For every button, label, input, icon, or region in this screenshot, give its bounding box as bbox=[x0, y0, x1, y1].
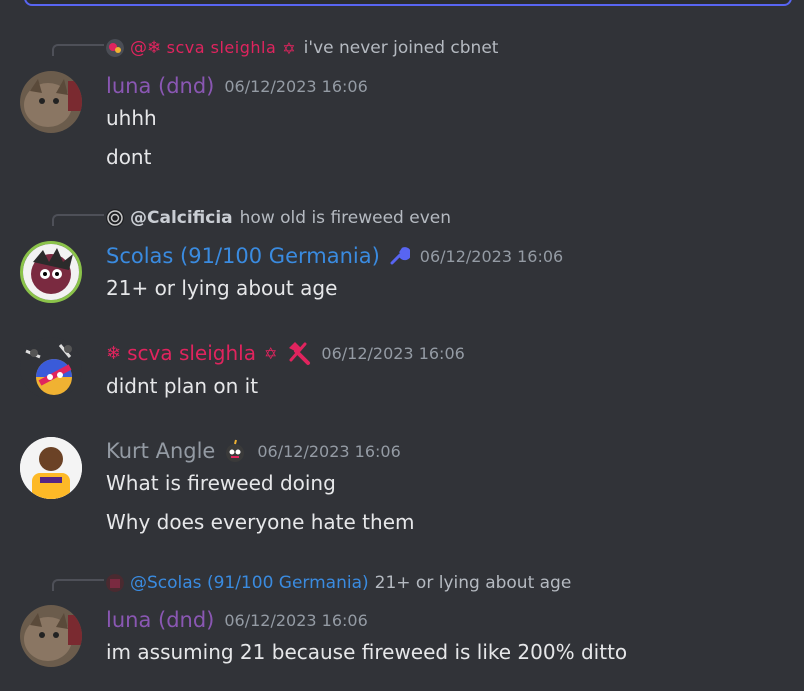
message-input-bar-edge bbox=[24, 0, 792, 6]
player-avatar-icon bbox=[20, 437, 82, 499]
timestamp[interactable]: 06/12/2023 16:06 bbox=[321, 344, 464, 363]
username[interactable]: Scolas (91/100 Germania) bbox=[106, 244, 380, 268]
countryball-avatar-icon bbox=[23, 244, 79, 300]
wrench-icon bbox=[388, 245, 410, 267]
pentagram-icon: ✡ bbox=[282, 38, 296, 58]
reply-author-name: scva sleighla bbox=[166, 38, 277, 57]
bomb-emoji-icon bbox=[223, 439, 247, 463]
reply-preview[interactable]: @❄ scva sleighla ✡ i've never joined cbn… bbox=[106, 38, 498, 58]
reply-preview[interactable]: @Scolas (91/100 Germania) 21+ or lying a… bbox=[106, 573, 571, 593]
pentagram-icon: ✡ bbox=[263, 343, 278, 363]
reply-text: 21+ or lying about age bbox=[374, 573, 572, 593]
username[interactable]: ❄ scva sleighla bbox=[106, 341, 256, 365]
message-text: uhhh bbox=[106, 106, 157, 130]
avatar[interactable] bbox=[20, 605, 82, 667]
reply-avatar-icon bbox=[106, 209, 124, 227]
message-text: didnt plan on it bbox=[106, 374, 259, 398]
username-label: scva sleighla bbox=[127, 341, 256, 365]
reply-text: how old is fireweed even bbox=[239, 208, 451, 228]
avatar[interactable] bbox=[20, 241, 82, 303]
avatar[interactable] bbox=[20, 337, 82, 399]
countryball-avatar-icon bbox=[20, 337, 82, 399]
reply-mention[interactable]: @Scolas (91/100 Germania) bbox=[130, 573, 369, 593]
timestamp[interactable]: 06/12/2023 16:06 bbox=[420, 247, 563, 266]
message-text: 21+ or lying about age bbox=[106, 276, 338, 300]
reply-connector bbox=[52, 214, 104, 226]
reply-avatar-icon bbox=[106, 39, 124, 57]
reply-text: i've never joined cbnet bbox=[303, 38, 499, 58]
avatar[interactable] bbox=[20, 437, 82, 499]
message-header: Kurt Angle 06/12/2023 16:06 bbox=[106, 438, 401, 464]
username[interactable]: Kurt Angle bbox=[106, 439, 215, 463]
timestamp[interactable]: 06/12/2023 16:06 bbox=[257, 442, 400, 461]
reply-mention[interactable]: @❄ scva sleighla bbox=[130, 38, 276, 58]
message-header: luna (dnd) 06/12/2023 16:06 bbox=[106, 73, 368, 99]
avatar[interactable] bbox=[20, 71, 82, 133]
message-text: Why does everyone hate them bbox=[106, 510, 415, 534]
reply-connector bbox=[52, 44, 104, 56]
cat-avatar-icon bbox=[20, 605, 82, 667]
reply-mention[interactable]: @Calcificia bbox=[130, 208, 233, 228]
timestamp[interactable]: 06/12/2023 16:06 bbox=[224, 611, 367, 630]
message-header: ❄ scva sleighla ✡ 06/12/2023 16:06 bbox=[106, 340, 465, 366]
reply-preview[interactable]: @Calcificia how old is fireweed even bbox=[106, 208, 451, 228]
snowflake-icon: ❄ bbox=[147, 38, 162, 58]
cat-avatar-icon bbox=[20, 71, 82, 133]
snowflake-icon: ❄ bbox=[106, 342, 122, 364]
username[interactable]: luna (dnd) bbox=[106, 74, 214, 98]
hammer-icon bbox=[285, 340, 311, 366]
username[interactable]: luna (dnd) bbox=[106, 608, 214, 632]
reply-connector bbox=[52, 579, 104, 591]
message-text: dont bbox=[106, 145, 152, 169]
message-header: luna (dnd) 06/12/2023 16:06 bbox=[106, 607, 368, 633]
message-header: Scolas (91/100 Germania) 06/12/2023 16:0… bbox=[106, 243, 563, 269]
timestamp[interactable]: 06/12/2023 16:06 bbox=[224, 77, 367, 96]
reply-avatar-icon bbox=[106, 574, 124, 592]
reply-mention-at: @ bbox=[130, 38, 147, 58]
message-text: What is fireweed doing bbox=[106, 471, 336, 495]
message-text: im assuming 21 because fireweed is like … bbox=[106, 640, 628, 664]
